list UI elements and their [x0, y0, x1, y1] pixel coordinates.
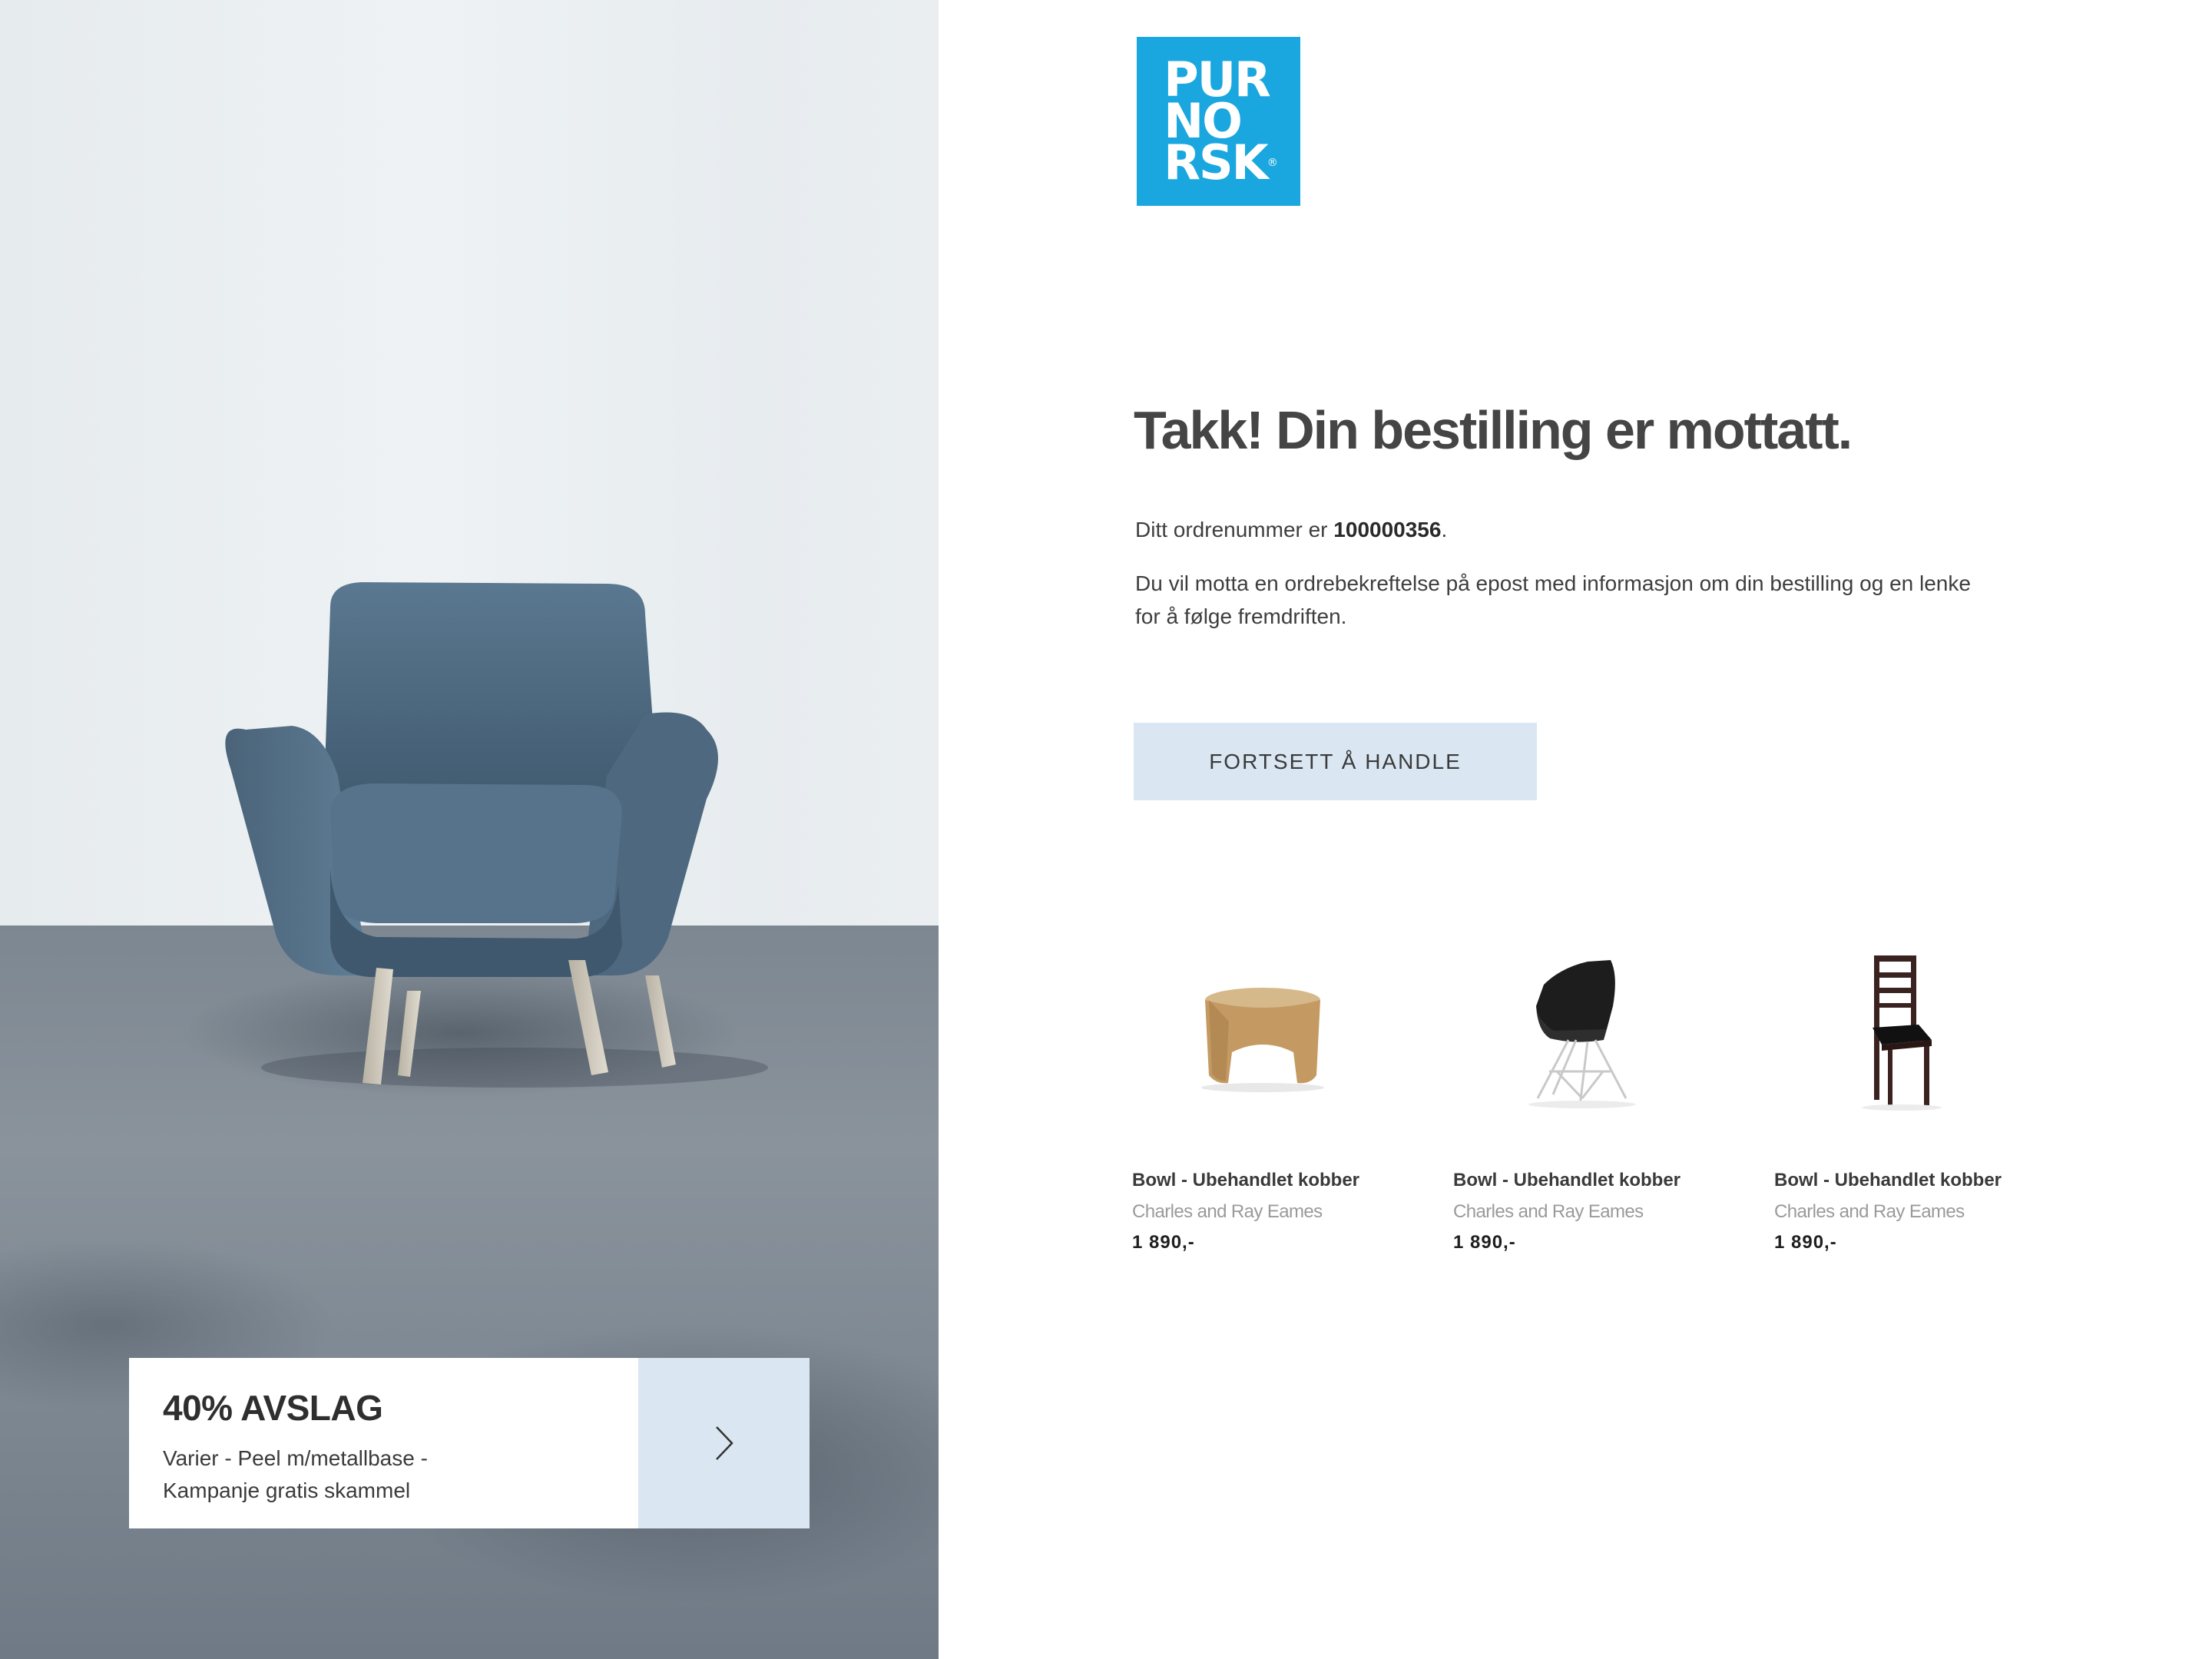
logo-registered-mark: ®	[1267, 157, 1278, 169]
product-price: 1 890,-	[1774, 1232, 1837, 1253]
promo-title: 40% AVSLAG	[163, 1388, 383, 1428]
chevron-right-icon	[715, 1426, 733, 1460]
product-brand: Charles and Ray Eames	[1453, 1201, 1644, 1222]
product-name[interactable]: Bowl - Ubehandlet kobber	[1774, 1170, 2002, 1191]
promo-description: Varier - Peel m/metallbase - Kampanje gr…	[163, 1442, 470, 1507]
promo-card[interactable]: 40% AVSLAG Varier - Peel m/metallbase - …	[129, 1358, 810, 1528]
wooden-dining-chair-image	[1862, 955, 1942, 1111]
product-image[interactable]	[1132, 945, 1409, 1121]
product-brand: Charles and Ray Eames	[1132, 1201, 1323, 1222]
product-card[interactable]: Bowl - Ubehandlet kobber Charles and Ray…	[1132, 945, 1409, 1253]
promo-desc-line2: Kampanje gratis skammel	[163, 1479, 411, 1502]
product-name[interactable]: Bowl - Ubehandlet kobber	[1453, 1170, 1681, 1191]
product-image[interactable]	[1774, 945, 2051, 1121]
armchair-photo	[225, 582, 768, 1088]
black-shell-chair-image	[1528, 960, 1636, 1108]
order-suffix: .	[1441, 518, 1448, 541]
hero-image-panel: 40% AVSLAG Varier - Peel m/metallbase - …	[0, 0, 939, 1659]
product-card[interactable]: Bowl - Ubehandlet kobber Charles and Ray…	[1774, 945, 2051, 1253]
logo-wordmark: PUR NO RSK®	[1159, 56, 1278, 187]
page-title: Takk! Din bestilling er mottatt.	[1134, 400, 1853, 460]
confirmation-info: Du vil motta en ordrebekreftelse på epos…	[1135, 567, 2003, 633]
product-price: 1 890,-	[1132, 1232, 1195, 1253]
promo-arrow-button[interactable]	[638, 1358, 810, 1528]
order-prefix: Ditt ordrenummer er	[1135, 518, 1334, 541]
promo-desc-line1: Varier - Peel m/metallbase -	[163, 1446, 428, 1470]
order-number: 100000356	[1333, 518, 1442, 541]
info-line1: Du vil motta en ordrebekreftelse på epos…	[1135, 571, 1971, 595]
promo-text: 40% AVSLAG Varier - Peel m/metallbase - …	[129, 1358, 638, 1528]
order-number-line: Ditt ordrenummer er 100000356.	[1135, 518, 1447, 542]
purnorsk-logo[interactable]: PUR NO RSK®	[1137, 37, 1300, 206]
info-line2: for å følge fremdriften.	[1135, 604, 1347, 628]
product-price: 1 890,-	[1453, 1232, 1516, 1253]
product-name[interactable]: Bowl - Ubehandlet kobber	[1132, 1170, 1359, 1191]
continue-shopping-button[interactable]: FORTSETT Å HANDLE	[1134, 723, 1537, 800]
product-image[interactable]	[1453, 945, 1730, 1121]
product-card[interactable]: Bowl - Ubehandlet kobber Charles and Ray…	[1453, 945, 1730, 1253]
logo-line3: RSK	[1164, 134, 1268, 190]
product-brand: Charles and Ray Eames	[1774, 1201, 1965, 1222]
wooden-stool-image	[1201, 988, 1324, 1092]
